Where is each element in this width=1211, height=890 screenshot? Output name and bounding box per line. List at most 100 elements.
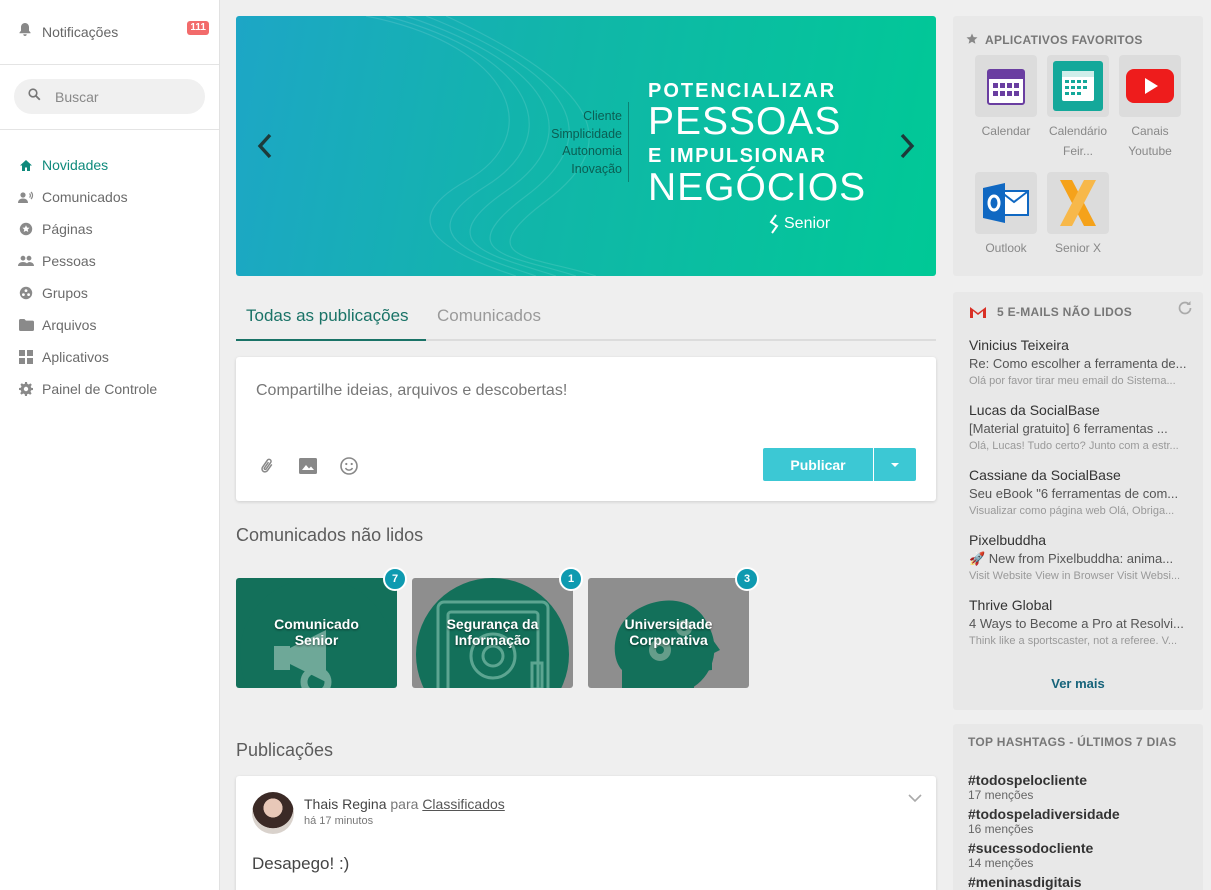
- search-placeholder: Buscar: [55, 88, 99, 105]
- post-group-link[interactable]: Classificados: [422, 796, 504, 812]
- card-title: Comunicado Senior: [274, 616, 359, 648]
- banner-value: Autonomia: [562, 144, 622, 158]
- image-icon[interactable]: [297, 455, 319, 477]
- email-item[interactable]: Pixelbuddha 🚀 New from Pixelbuddha: anim…: [969, 531, 1191, 583]
- see-more-link[interactable]: Ver mais: [953, 676, 1203, 691]
- unread-count-badge: 7: [383, 567, 407, 591]
- nav-item-pessoas[interactable]: Pessoas: [0, 245, 219, 277]
- groups-icon: [18, 285, 34, 301]
- gear-icon: [18, 381, 34, 397]
- nav-item-aplicativos[interactable]: Aplicativos: [0, 341, 219, 373]
- email-item[interactable]: Vinicius Teixeira Re: Como escolher a fe…: [969, 336, 1191, 388]
- search-input[interactable]: Buscar: [14, 79, 205, 114]
- email-preview: Olá por favor tirar meu email do Sistema…: [969, 375, 1176, 387]
- notifications-item[interactable]: Notificações 111: [0, 0, 219, 65]
- app-name: Senior X: [1054, 241, 1102, 255]
- post-body: Desapego! :): [252, 854, 350, 873]
- tab-comunicados[interactable]: Comunicados: [437, 306, 541, 326]
- app-calendar[interactable]: Calendar: [973, 55, 1039, 141]
- caret-down-icon: [891, 462, 899, 467]
- email-sender: Thrive Global: [969, 597, 1053, 613]
- nav-label: Comunicados: [42, 189, 128, 205]
- email-preview: Visualizar como página web Olá, Obriga..…: [969, 505, 1175, 517]
- banner-headline: POTENCIALIZAR PESSOAS E IMPULSIONAR NEGÓ…: [648, 80, 867, 209]
- outlook-icon: [975, 172, 1037, 234]
- email-item[interactable]: Cassiane da SocialBase Seu eBook "6 ferr…: [969, 466, 1191, 518]
- refresh-icon: [1178, 301, 1192, 315]
- post-options-button[interactable]: [908, 790, 922, 808]
- email-sender: Pixelbuddha: [969, 532, 1047, 548]
- folder-icon: [18, 317, 34, 333]
- app-name: Outlook: [985, 241, 1027, 255]
- carousel-prev-button[interactable]: [250, 131, 280, 161]
- nav-item-comunicados[interactable]: Comunicados: [0, 181, 219, 213]
- app-senior-x[interactable]: Senior X: [1045, 172, 1111, 258]
- attach-icon[interactable]: [256, 455, 278, 477]
- nav-item-novidades[interactable]: Novidades: [0, 149, 219, 181]
- notifications-label: Notificações: [42, 24, 119, 40]
- banner-value: Inovação: [571, 161, 622, 176]
- nav-label: Arquivos: [42, 317, 97, 333]
- hashtag-item[interactable]: #todospeladiversidade 16 menções: [968, 806, 1120, 837]
- email-subject: Re: Como escolher a ferramenta de...: [969, 356, 1187, 371]
- unread-card-universidade-corporativa[interactable]: Universidade Corporativa: [588, 578, 749, 688]
- chevron-left-icon: [257, 133, 272, 159]
- hashtag-item[interactable]: #todospelocliente 17 menções: [968, 773, 1087, 803]
- hero-carousel: Cliente Simplicidade Autonomia Inovação …: [236, 16, 936, 276]
- brand-text: Senior: [784, 215, 831, 232]
- publish-options-button[interactable]: [874, 448, 916, 481]
- hashtag-name: #todospeladiversidade: [968, 806, 1120, 822]
- emoji-icon[interactable]: [338, 455, 360, 477]
- unread-count-badge: 1: [559, 567, 583, 591]
- banner-values: Cliente Simplicidade Autonomia Inovação: [516, 108, 622, 178]
- nav-item-arquivos[interactable]: Arquivos: [0, 309, 219, 341]
- people-icon: [18, 253, 34, 269]
- email-item[interactable]: Thrive Global 4 Ways to Become a Pro at …: [969, 596, 1191, 648]
- hashtag-mentions: 17 menções: [968, 788, 1034, 802]
- email-preview: Think like a sportscaster, not a referee…: [969, 635, 1178, 647]
- nav-item-grupos[interactable]: Grupos: [0, 277, 219, 309]
- search-area: Buscar: [0, 65, 219, 130]
- unread-card-comunicado-senior[interactable]: Comunicado Senior: [236, 578, 397, 688]
- tab-todas-as-publicacoes[interactable]: Todas as publicações: [246, 306, 409, 326]
- unread-card-seguranca-da-informacao[interactable]: Segurança da Informação: [412, 578, 573, 688]
- bell-icon: [18, 22, 32, 42]
- app-outlook[interactable]: Outlook: [973, 172, 1039, 258]
- post-timestamp[interactable]: há 17 minutos: [304, 815, 373, 827]
- email-preview: Olá, Lucas! Tudo certo? Junto com a estr…: [969, 440, 1179, 452]
- nav-item-painel-de-controle[interactable]: Painel de Controle: [0, 373, 219, 405]
- email-sender: Lucas da SocialBase: [969, 402, 1100, 418]
- hashtag-item[interactable]: #meninasdigitais: [968, 875, 1082, 890]
- active-tab-indicator: [236, 339, 426, 341]
- youtube-icon: [1119, 55, 1181, 117]
- publish-button[interactable]: Publicar: [763, 448, 873, 481]
- refresh-button[interactable]: [1177, 300, 1193, 321]
- email-preview: Visit Website View in Browser Visit Webs…: [969, 570, 1181, 582]
- post-author[interactable]: Thais Regina: [304, 796, 387, 812]
- nav-item-paginas[interactable]: Páginas: [0, 213, 219, 245]
- email-subject: 🚀 New from Pixelbuddha: anima...: [969, 551, 1174, 566]
- chevron-right-icon: [900, 133, 915, 159]
- apps-title: APLICATIVOS FAVORITOS: [985, 33, 1143, 47]
- app-canais-youtube[interactable]: Canais Youtube: [1117, 55, 1183, 161]
- app-calendario-feira[interactable]: Calendário Feir...: [1045, 55, 1111, 161]
- carousel-next-button[interactable]: [892, 131, 922, 161]
- unread-emails-panel: 5 E-MAILS NÃO LIDOS Vinicius Teixeira Re…: [953, 292, 1203, 710]
- favorite-apps-panel: APLICATIVOS FAVORITOS Calendar Calendári…: [953, 16, 1203, 276]
- notifications-count-badge: 111: [187, 21, 209, 35]
- top-hashtags-panel: TOP HASHTAGS - ÚLTIMOS 7 DIAS #todospelo…: [953, 724, 1203, 890]
- avatar[interactable]: [252, 792, 294, 834]
- composer-input[interactable]: Compartilhe ideias, arquivos e descobert…: [256, 382, 567, 400]
- email-item[interactable]: Lucas da SocialBase [Material gratuito] …: [969, 401, 1191, 453]
- post-card: Thais Regina para Classificados há 17 mi…: [236, 776, 936, 890]
- hashtag-item[interactable]: #sucessodocliente 14 menções: [968, 841, 1093, 871]
- unread-count-badge: 3: [735, 567, 759, 591]
- page-star-icon: [18, 221, 34, 237]
- app-name: Calendar: [981, 124, 1031, 138]
- banner-line-4: NEGÓCIOS: [648, 166, 867, 209]
- posts-section-title: Publicações: [236, 740, 334, 760]
- composer-tools: [256, 455, 379, 477]
- banner-value: Simplicidade: [551, 126, 622, 141]
- card-title: Segurança da Informação: [446, 616, 539, 648]
- email-subject: Seu eBook "6 ferramentas de com...: [969, 486, 1179, 501]
